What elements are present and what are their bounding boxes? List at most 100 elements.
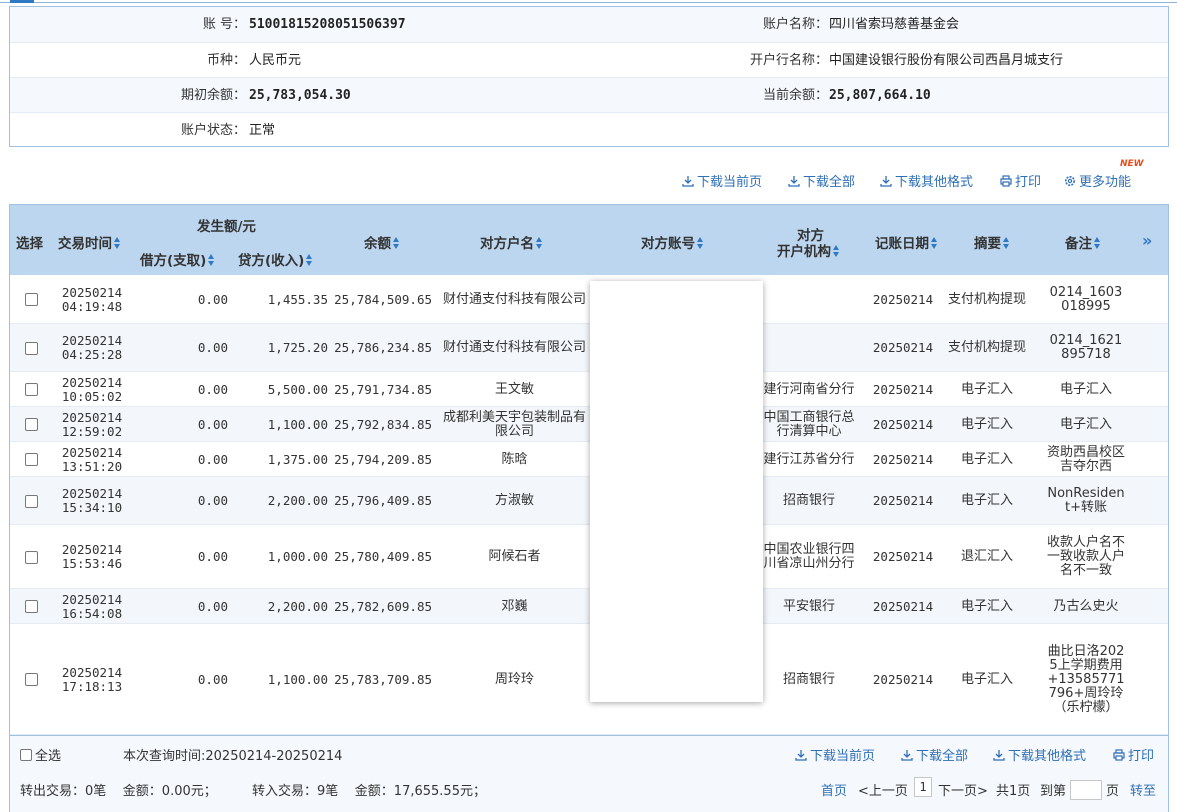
- row-checkbox[interactable]: [24, 453, 38, 466]
- header-transaction-time[interactable]: 交易时间: [58, 232, 121, 252]
- post-date-value: 20250214: [872, 381, 934, 397]
- header-summary-label: 摘要: [974, 236, 1001, 252]
- cp-bank-value: 建行河南省分行: [763, 381, 855, 397]
- next-page-link[interactable]: 下一页>: [938, 780, 988, 799]
- bank-value: 中国建设银行股份有限公司西昌月城支行: [829, 53, 1064, 68]
- credit-cell: 1,000.00: [228, 525, 328, 589]
- footer-download-page-button[interactable]: 下载当前页: [795, 745, 875, 764]
- table-row[interactable]: 20250214 04:25:28 0.00 1,725.20 25,786,234.8…: [10, 324, 1168, 372]
- post-date-value: 20250214: [872, 416, 934, 432]
- table-row[interactable]: 20250214 16:54:08 0.00 2,200.00 25,782,609.8…: [10, 589, 1168, 624]
- balance-cell: 25,796,409.85: [328, 477, 432, 525]
- sort-icon: [393, 237, 400, 249]
- transaction-clock-time: 04:25:28: [61, 347, 123, 362]
- remark-cell: 0214_1621895718: [1046, 324, 1126, 372]
- row-select-cell: [10, 372, 52, 407]
- print-button[interactable]: 打印: [1000, 173, 1041, 193]
- download-page-button[interactable]: 下载当前页: [682, 173, 762, 193]
- post-date-cell: 20250214: [866, 624, 940, 735]
- select-all-checkbox[interactable]: [20, 749, 32, 761]
- table-row[interactable]: 20250214 12:59:02 0.00 1,100.00 25,792,834.8…: [10, 407, 1168, 442]
- header-counterparty-name[interactable]: 对方户名: [480, 232, 543, 252]
- remark-cell: 乃古么史火: [1046, 589, 1126, 624]
- footer-download-other-button[interactable]: 下载其他格式: [993, 745, 1086, 764]
- balance-value: 25,796,409.85: [334, 493, 432, 508]
- balance-cell: 25,783,709.85: [328, 624, 432, 735]
- expand-columns-icon[interactable]: »: [1142, 231, 1152, 250]
- transaction-date: 20250214: [61, 486, 123, 501]
- row-checkbox[interactable]: [24, 293, 38, 306]
- table-row[interactable]: 20250214 10:05:02 0.00 5,500.00 25,791,734.8…: [10, 372, 1168, 407]
- cp-name-value: 邓巍: [501, 598, 528, 614]
- post-date-cell: 20250214: [866, 324, 940, 372]
- account-name-value: 四川省索玛慈善基金会: [829, 17, 960, 32]
- credit-value: 2,200.00: [267, 598, 328, 614]
- post-date-value: 20250214: [872, 671, 934, 687]
- summary-cell: 电子汇入: [948, 442, 1026, 477]
- select-all-control[interactable]: 全选: [20, 745, 61, 764]
- goto-page-input[interactable]: [1070, 780, 1102, 800]
- row-checkbox[interactable]: [24, 418, 38, 431]
- debit-cell: 0.00: [132, 589, 228, 624]
- table-row[interactable]: 20250214 15:53:46 0.00 1,000.00 25,780,409.8…: [10, 525, 1168, 589]
- header-counterparty-account[interactable]: 对方账号: [641, 232, 704, 252]
- balance-cell: 25,780,409.85: [328, 525, 432, 589]
- row-checkbox[interactable]: [24, 341, 38, 355]
- sort-icon: [1094, 237, 1101, 249]
- goto-page-field[interactable]: [1070, 780, 1102, 800]
- download-all-label: 下载全部: [803, 175, 856, 190]
- footer-print-button[interactable]: 打印: [1113, 745, 1154, 764]
- credit-value: 5,500.00: [267, 381, 328, 397]
- balance-value: 25,784,509.65: [334, 291, 432, 307]
- balance-value: 25,792,834.85: [334, 416, 432, 432]
- cp-name-value: 成都利美天宇包装制品有限公司: [442, 409, 586, 439]
- current-balance-label: 当前余额：: [762, 88, 828, 103]
- credit-cell: 2,200.00: [228, 477, 328, 525]
- download-icon: [788, 176, 800, 187]
- summary-value: 退汇汇入: [960, 549, 1013, 564]
- download-icon: [795, 750, 807, 761]
- header-balance[interactable]: 余额: [364, 232, 400, 252]
- download-all-button[interactable]: 下载全部: [788, 173, 855, 193]
- credit-cell: 5,500.00: [228, 372, 328, 407]
- table-row[interactable]: 20250214 13:51:20 0.00 1,375.00 25,794,209.8…: [10, 442, 1168, 477]
- remark-value: 0214_1603018995: [1049, 284, 1123, 314]
- table-row[interactable]: 20250214 15:34:10 0.00 2,200.00 25,796,409.8…: [10, 477, 1168, 525]
- account-row-4: 账户状态： 正常: [10, 112, 1168, 147]
- transaction-date: 20250214: [61, 409, 123, 425]
- header-credit[interactable]: 贷方(收入): [238, 249, 313, 269]
- first-page-link[interactable]: 首页: [821, 780, 847, 799]
- row-checkbox[interactable]: [24, 673, 38, 686]
- header-debit[interactable]: 借方(支取): [140, 249, 215, 269]
- row-checkbox[interactable]: [24, 494, 38, 508]
- footer-download-all-button[interactable]: 下载全部: [901, 745, 968, 764]
- debit-value: 0.00: [197, 416, 228, 432]
- go-button[interactable]: 转至: [1130, 780, 1156, 799]
- prev-page-link[interactable]: <上一页: [858, 780, 908, 799]
- download-other-format-button[interactable]: 下载其他格式: [880, 173, 973, 193]
- row-checkbox[interactable]: [24, 383, 38, 396]
- header-summary[interactable]: 摘要: [974, 232, 1010, 252]
- row-select-cell: [10, 275, 52, 324]
- cp-bank-value: 招商银行: [782, 493, 835, 508]
- table-row[interactable]: 20250214 17:18:13 0.00 1,100.00 25,783,709.8…: [10, 624, 1168, 735]
- remark-value: 收款人户名不一致收款人户名不一致: [1046, 535, 1125, 578]
- cp-bank-cell: [762, 324, 856, 372]
- remark-value: NonResident+转账: [1047, 486, 1125, 515]
- cp-name-cell: 邓巍: [442, 589, 587, 624]
- row-checkbox[interactable]: [24, 550, 38, 564]
- debit-value: 0.00: [197, 340, 228, 355]
- table-row[interactable]: 20250214 04:19:48 0.00 1,455.35 25,784,509.6…: [10, 275, 1168, 324]
- post-date-value: 20250214: [872, 291, 934, 307]
- header-remark[interactable]: 备注: [1065, 232, 1101, 252]
- remark-cell: 电子汇入: [1046, 372, 1126, 407]
- balance-cell: 25,791,734.85: [328, 372, 432, 407]
- more-functions-button[interactable]: 更多功能: [1064, 173, 1131, 193]
- transaction-time-cell: 20250214 13:51:20: [52, 442, 132, 477]
- header-counterparty-bank[interactable]: 开户机构: [777, 240, 840, 260]
- active-tab-indicator[interactable]: [10, 0, 34, 3]
- currency-value: 人民币元: [249, 53, 302, 68]
- row-checkbox[interactable]: [24, 600, 38, 613]
- balance-value: 25,783,709.85: [334, 671, 432, 687]
- header-post-date[interactable]: 记账日期: [875, 232, 938, 252]
